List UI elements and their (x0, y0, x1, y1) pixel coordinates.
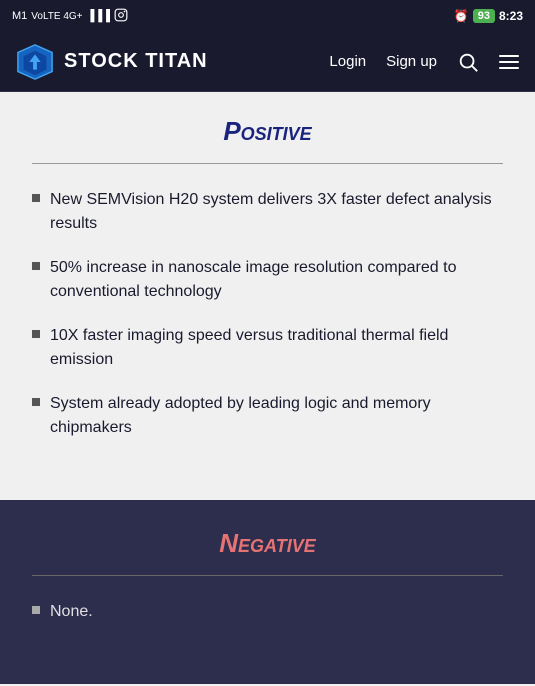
negative-title: Negative (32, 528, 503, 559)
status-left: M1 VoLTE 4G+ ▐▐▐ (12, 8, 128, 25)
hamburger-line-2 (499, 61, 519, 63)
bullet-icon (32, 330, 40, 338)
bullet-icon (32, 194, 40, 202)
positive-list: New SEMVision H20 system delivers 3X fas… (32, 188, 503, 440)
signal-icon: ▐▐▐ (87, 10, 110, 22)
main-content: Positive New SEMVision H20 system delive… (0, 92, 535, 686)
list-item: None. (32, 600, 503, 624)
logo-icon (16, 43, 54, 81)
positive-title: Positive (32, 116, 503, 147)
logo-container: STOCK TITAN (16, 43, 329, 81)
status-right: ⏰ 93 8:23 (454, 9, 523, 23)
signup-link[interactable]: Sign up (386, 53, 437, 70)
list-item: 50% increase in nanoscale image resoluti… (32, 256, 503, 304)
positive-section: Positive New SEMVision H20 system delive… (0, 92, 535, 500)
menu-icon[interactable] (499, 55, 519, 69)
negative-divider (32, 575, 503, 576)
hamburger-line-1 (499, 55, 519, 57)
alarm-icon: ⏰ (454, 9, 469, 23)
search-icon[interactable] (457, 51, 479, 73)
negative-list: None. (32, 600, 503, 624)
time-display: 8:23 (499, 9, 523, 23)
bullet-icon (32, 398, 40, 406)
battery-indicator: 93 (473, 9, 495, 23)
logo-text: STOCK TITAN (64, 50, 208, 73)
list-item: New SEMVision H20 system delivers 3X fas… (32, 188, 503, 236)
carrier-label: M1 (12, 10, 27, 22)
list-item: 10X faster imaging speed versus traditio… (32, 324, 503, 372)
navbar: STOCK TITAN Login Sign up (0, 32, 535, 92)
status-bar: M1 VoLTE 4G+ ▐▐▐ ⏰ 93 8:23 (0, 0, 535, 32)
positive-divider (32, 163, 503, 164)
login-link[interactable]: Login (329, 53, 366, 70)
hamburger-line-3 (499, 67, 519, 69)
bullet-icon (32, 606, 40, 614)
list-item: System already adopted by leading logic … (32, 392, 503, 440)
negative-section: Negative None. (0, 500, 535, 684)
bullet-icon (32, 262, 40, 270)
instagram-icon (114, 8, 128, 25)
nav-links: Login Sign up (329, 51, 519, 73)
network-label: VoLTE 4G+ (31, 11, 82, 22)
